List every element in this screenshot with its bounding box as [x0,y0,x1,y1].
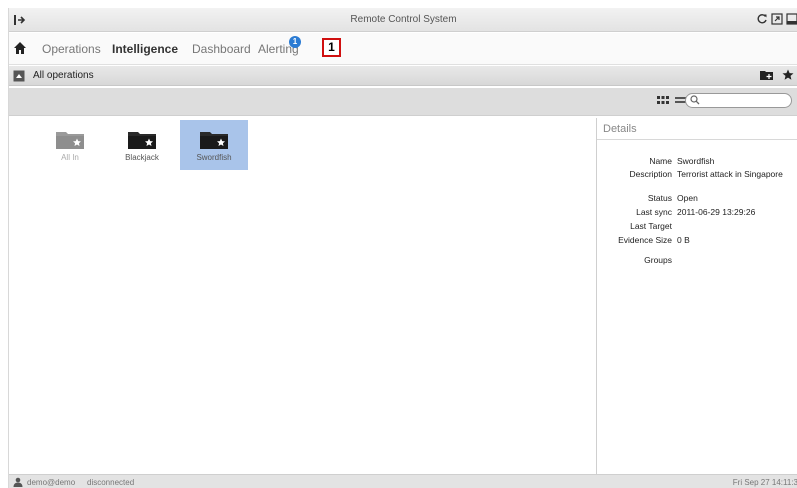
home-icon[interactable] [13,41,29,57]
user-icon [13,477,23,487]
new-folder-icon[interactable] [760,69,774,84]
details-panel: Details Name Swordfish Description Terro… [596,118,797,474]
popout-icon[interactable] [770,12,783,25]
search-icon [690,95,700,108]
toolbar [9,88,797,116]
detail-key: Name [649,156,672,166]
detail-key: Last Target [630,221,672,231]
operation-label: Blackjack [125,153,159,162]
grid-view-icon[interactable] [657,96,669,108]
folder-icon [56,132,84,149]
star-icon[interactable] [782,69,794,84]
breadcrumb: All operations [9,66,797,86]
title-bar: Remote Control System [9,8,797,32]
detail-value: 0 B [677,235,690,245]
app-window: Remote Control System Operations Intelli… [8,8,797,488]
detail-key: Description [629,169,672,179]
folder-icon [200,132,228,149]
search-input[interactable] [704,95,788,106]
search-box[interactable] [685,93,792,108]
detail-key: Last sync [636,207,672,217]
detail-key: Groups [644,255,672,265]
back-icon[interactable] [13,70,25,82]
operation-item[interactable]: All In [36,120,104,170]
operation-item[interactable]: Swordfish [180,120,248,170]
breadcrumb-label: All operations [33,70,94,81]
detail-key: Status [647,193,672,203]
detail-value: Swordfish [677,156,715,166]
detail-value: Terrorist attack in Singapore [677,169,783,179]
tab-dashboard[interactable]: Dashboard [192,42,251,56]
window-title: Remote Control System [350,14,457,25]
detail-key: Evidence Size [618,235,672,245]
callout-marker: 1 [322,38,341,57]
tab-intelligence[interactable]: Intelligence [112,42,178,56]
window-icon[interactable] [785,12,797,25]
refresh-icon[interactable] [755,12,768,25]
detail-value: 2011-06-29 13:29:26 [677,207,756,217]
main-nav: Operations Intelligence Dashboard Alerti… [9,33,797,65]
alert-count-badge: 1 [289,36,301,48]
operation-item[interactable]: Blackjack [108,120,176,170]
status-bar: demo@demo disconnected Fri Sep 27 14:11:… [9,474,797,488]
folder-icon [128,132,156,149]
operation-label: All In [61,153,79,162]
details-heading: Details [597,118,797,140]
status-user: demo@demo [27,478,76,487]
tab-operations[interactable]: Operations [42,42,101,56]
detail-value: Open [677,193,698,203]
operation-label: Swordfish [196,153,232,162]
operations-grid: All In Blackjack Swordfish [9,118,596,474]
status-connection: disconnected [87,478,135,487]
status-datetime: Fri Sep 27 14:11:3 [732,478,797,487]
